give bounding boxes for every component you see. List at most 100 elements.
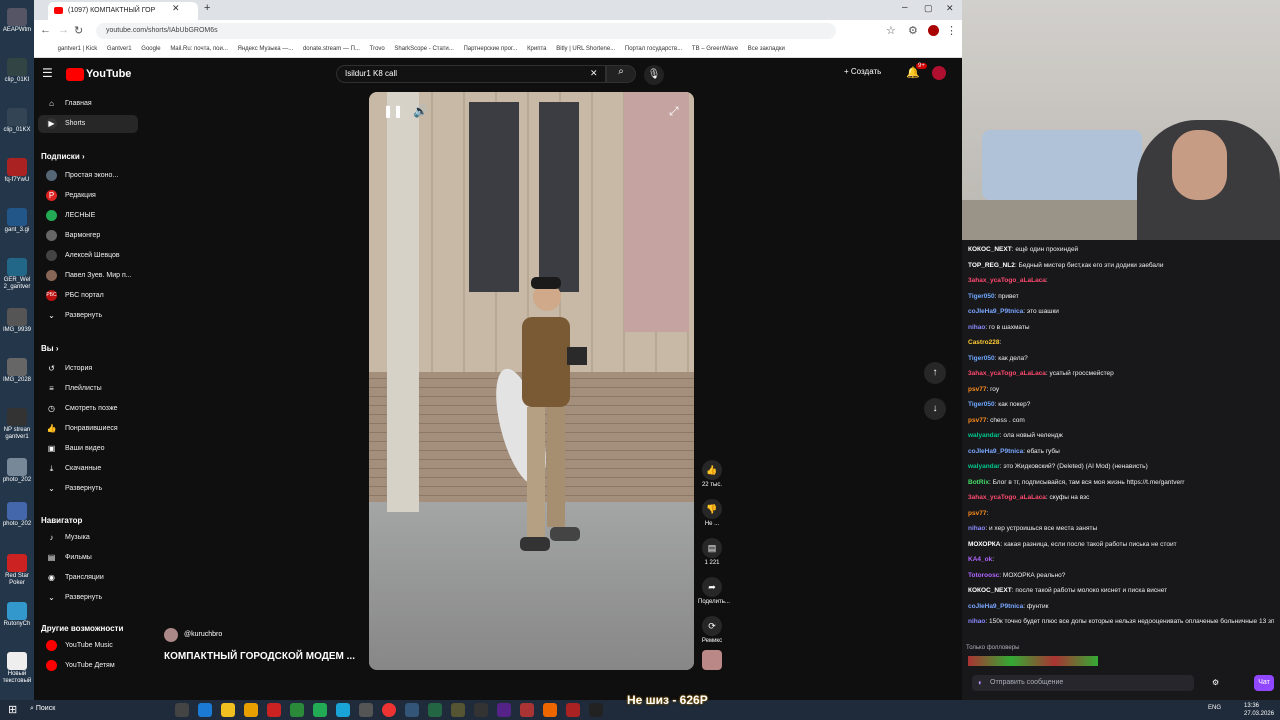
back-icon[interactable]: ← (40, 24, 51, 36)
chat-username[interactable]: psv77 (968, 386, 986, 393)
chat-username[interactable]: walyandar (968, 463, 1000, 470)
sidebar-expand-you[interactable]: ⌄ Развернуть (38, 480, 138, 498)
sidebar-item-subscription[interactable]: РБС РБС портал (38, 287, 138, 305)
chat-username[interactable]: КОКОС_NEXT (968, 587, 1012, 594)
share-button[interactable]: ➦ Поделить... (698, 577, 730, 605)
sidebar-item-subscription[interactable]: P Редакция (38, 187, 138, 205)
sidebar-item-live[interactable]: ◉ Трансляции (38, 569, 138, 587)
desktop-icon[interactable]: Новый текстовый (2, 650, 32, 694)
chat-username[interactable]: TOP_REG_NL2 (968, 262, 1015, 269)
emote-row[interactable] (968, 656, 1098, 666)
taskbar-app-icon[interactable] (175, 703, 189, 717)
menu-icon[interactable]: ⋮ (946, 24, 957, 37)
chat-username[interactable]: 3ahax_ycaTogo_aLaLaca (968, 277, 1046, 284)
bookmark[interactable]: Trovo (370, 46, 385, 52)
sidebar-expand-subscriptions[interactable]: ⌄ Развернуть (38, 307, 138, 325)
chat-username[interactable]: Tiger050 (968, 401, 995, 408)
bookmark[interactable]: donate.stream — П... (303, 46, 360, 52)
chat-username[interactable]: nihao (968, 324, 985, 331)
bookmark[interactable]: Bitly | URL Shortene... (556, 46, 615, 52)
sidebar-item-liked[interactable]: 👍 Понравившиеся (38, 420, 138, 438)
bookmark[interactable]: Все закладки (748, 46, 785, 52)
remix-button[interactable]: ⟳ Ремикс (698, 616, 726, 644)
chat-username[interactable]: walyandar (968, 432, 1000, 439)
profile-avatar[interactable] (928, 25, 939, 36)
bookmark[interactable]: SharkScope - Стати... (394, 46, 453, 52)
taskbar-app-icon[interactable] (244, 703, 258, 717)
comments-button[interactable]: ▤ 1 221 (698, 538, 726, 566)
search-input[interactable]: Isildur1 K8 call (336, 65, 606, 83)
desktop-icon[interactable]: Red Star Poker (2, 552, 32, 596)
search-button[interactable]: ⌕ (606, 65, 636, 83)
taskbar-app-icon[interactable] (405, 703, 419, 717)
minimize-icon[interactable]: – (902, 2, 908, 13)
bookmark[interactable]: Яндекс Музыка —... (238, 46, 294, 52)
bookmark[interactable]: Mail.Ru: почта, пои... (170, 46, 228, 52)
maximize-icon[interactable]: ▢ (924, 3, 933, 14)
taskbar-app-icon[interactable] (290, 703, 304, 717)
desktop-icon[interactable]: photo_202 (2, 500, 32, 544)
hamburger-menu-icon[interactable]: ☰ (42, 66, 53, 80)
clear-search-icon[interactable]: ✕ (590, 68, 598, 79)
bookmark[interactable]: Gantver1 (107, 46, 132, 52)
sidebar-item-youtube-kids[interactable]: YouTube Детям (38, 657, 138, 675)
sidebar-item-music[interactable]: ♪ Музыка (38, 529, 138, 547)
taskbar-app-icon[interactable] (543, 703, 557, 717)
chat-username[interactable]: BotRix (968, 479, 989, 486)
desktop-icon[interactable]: IMG_2028 (2, 356, 32, 400)
sidebar-item-subscription[interactable]: Павел Зуев. Мир п... (38, 267, 138, 285)
dislike-button[interactable]: 👎 Не ... (698, 499, 726, 527)
taskbar-app-icon[interactable] (520, 703, 534, 717)
you-header[interactable]: Вы › (41, 344, 59, 353)
desktop-icon[interactable]: RutonyCh (2, 600, 32, 644)
bookmark[interactable]: Портал государств... (625, 46, 682, 52)
chat-username[interactable]: psv77 (968, 510, 986, 517)
taskbar-app-icon[interactable] (451, 703, 465, 717)
chrome-icon[interactable] (382, 703, 396, 717)
new-tab-icon[interactable]: + (204, 2, 210, 14)
taskbar-search[interactable]: ⌕ Поиск (30, 705, 55, 713)
bookmark[interactable]: Партнерские прог... (463, 46, 517, 52)
taskbar-app-icon[interactable] (474, 703, 488, 717)
windows-start-icon[interactable]: ⊞ (8, 703, 17, 716)
pause-icon[interactable]: ❚❚ (383, 104, 403, 118)
taskbar-app-icon[interactable] (336, 703, 350, 717)
bookmark[interactable]: TB – GreenWave (692, 46, 738, 52)
taskbar-app-icon[interactable] (589, 703, 603, 717)
sidebar-item-home[interactable]: ⌂ Главная (38, 95, 138, 113)
sidebar-item-watch-later[interactable]: ◷ Смотреть позже (38, 400, 138, 418)
chat-username[interactable]: Tiger050 (968, 355, 995, 362)
short-title[interactable]: КОМПАКТНЫЙ ГОРОДСКОЙ МОДЕМ ... (164, 651, 355, 662)
sidebar-item-movies[interactable]: ▤ Фильмы (38, 549, 138, 567)
youtube-logo-icon[interactable] (66, 68, 84, 81)
chat-username[interactable]: 3ahax_ycaTogo_aLaLaca (968, 494, 1046, 501)
chat-username[interactable]: coJIeHa9_P9tnica (968, 448, 1023, 455)
chat-username[interactable]: Totoroosc (968, 572, 999, 579)
folder-icon[interactable] (221, 703, 235, 717)
chat-username[interactable]: Tiger050 (968, 293, 995, 300)
subscriptions-header[interactable]: Подписки › (41, 152, 85, 161)
chat-username[interactable]: KA4_ok (968, 556, 992, 563)
desktop-icon[interactable]: NP strean gantver1 (2, 406, 32, 450)
volume-icon[interactable]: 🔊 (413, 104, 428, 118)
taskbar-app-icon[interactable] (267, 703, 281, 717)
sidebar-item-your-videos[interactable]: ▣ Ваши видео (38, 440, 138, 458)
channel-handle[interactable]: @kuruchbro (164, 628, 222, 642)
desktop-icon[interactable]: clip_01KI (2, 56, 32, 100)
forward-icon[interactable]: → (58, 24, 69, 36)
sidebar-item-subscription[interactable]: Вармонгер (38, 227, 138, 245)
chat-send-button[interactable]: Чат (1254, 675, 1274, 691)
chat-username[interactable]: psv77 (968, 417, 986, 424)
account-avatar[interactable] (932, 66, 946, 80)
chat-username[interactable]: nihao (968, 525, 985, 532)
desktop-icon[interactable]: IMG_9939 (2, 306, 32, 350)
taskbar-app-icon[interactable] (497, 703, 511, 717)
chat-username[interactable]: КОКОС_NEXT (968, 246, 1012, 253)
chat-settings-icon[interactable]: ⚙ (1212, 678, 1219, 687)
sidebar-expand-nav[interactable]: ⌄ Развернуть (38, 589, 138, 607)
chat-username[interactable]: coJIeHa9_P9tnica (968, 603, 1023, 610)
bookmark[interactable]: Крипта (527, 46, 546, 52)
sidebar-item-subscription[interactable]: ЛЕСНЫЕ (38, 207, 138, 225)
system-clock[interactable]: 13:36 27.03.2026 (1244, 702, 1274, 718)
language-indicator[interactable]: ENG (1208, 705, 1221, 711)
